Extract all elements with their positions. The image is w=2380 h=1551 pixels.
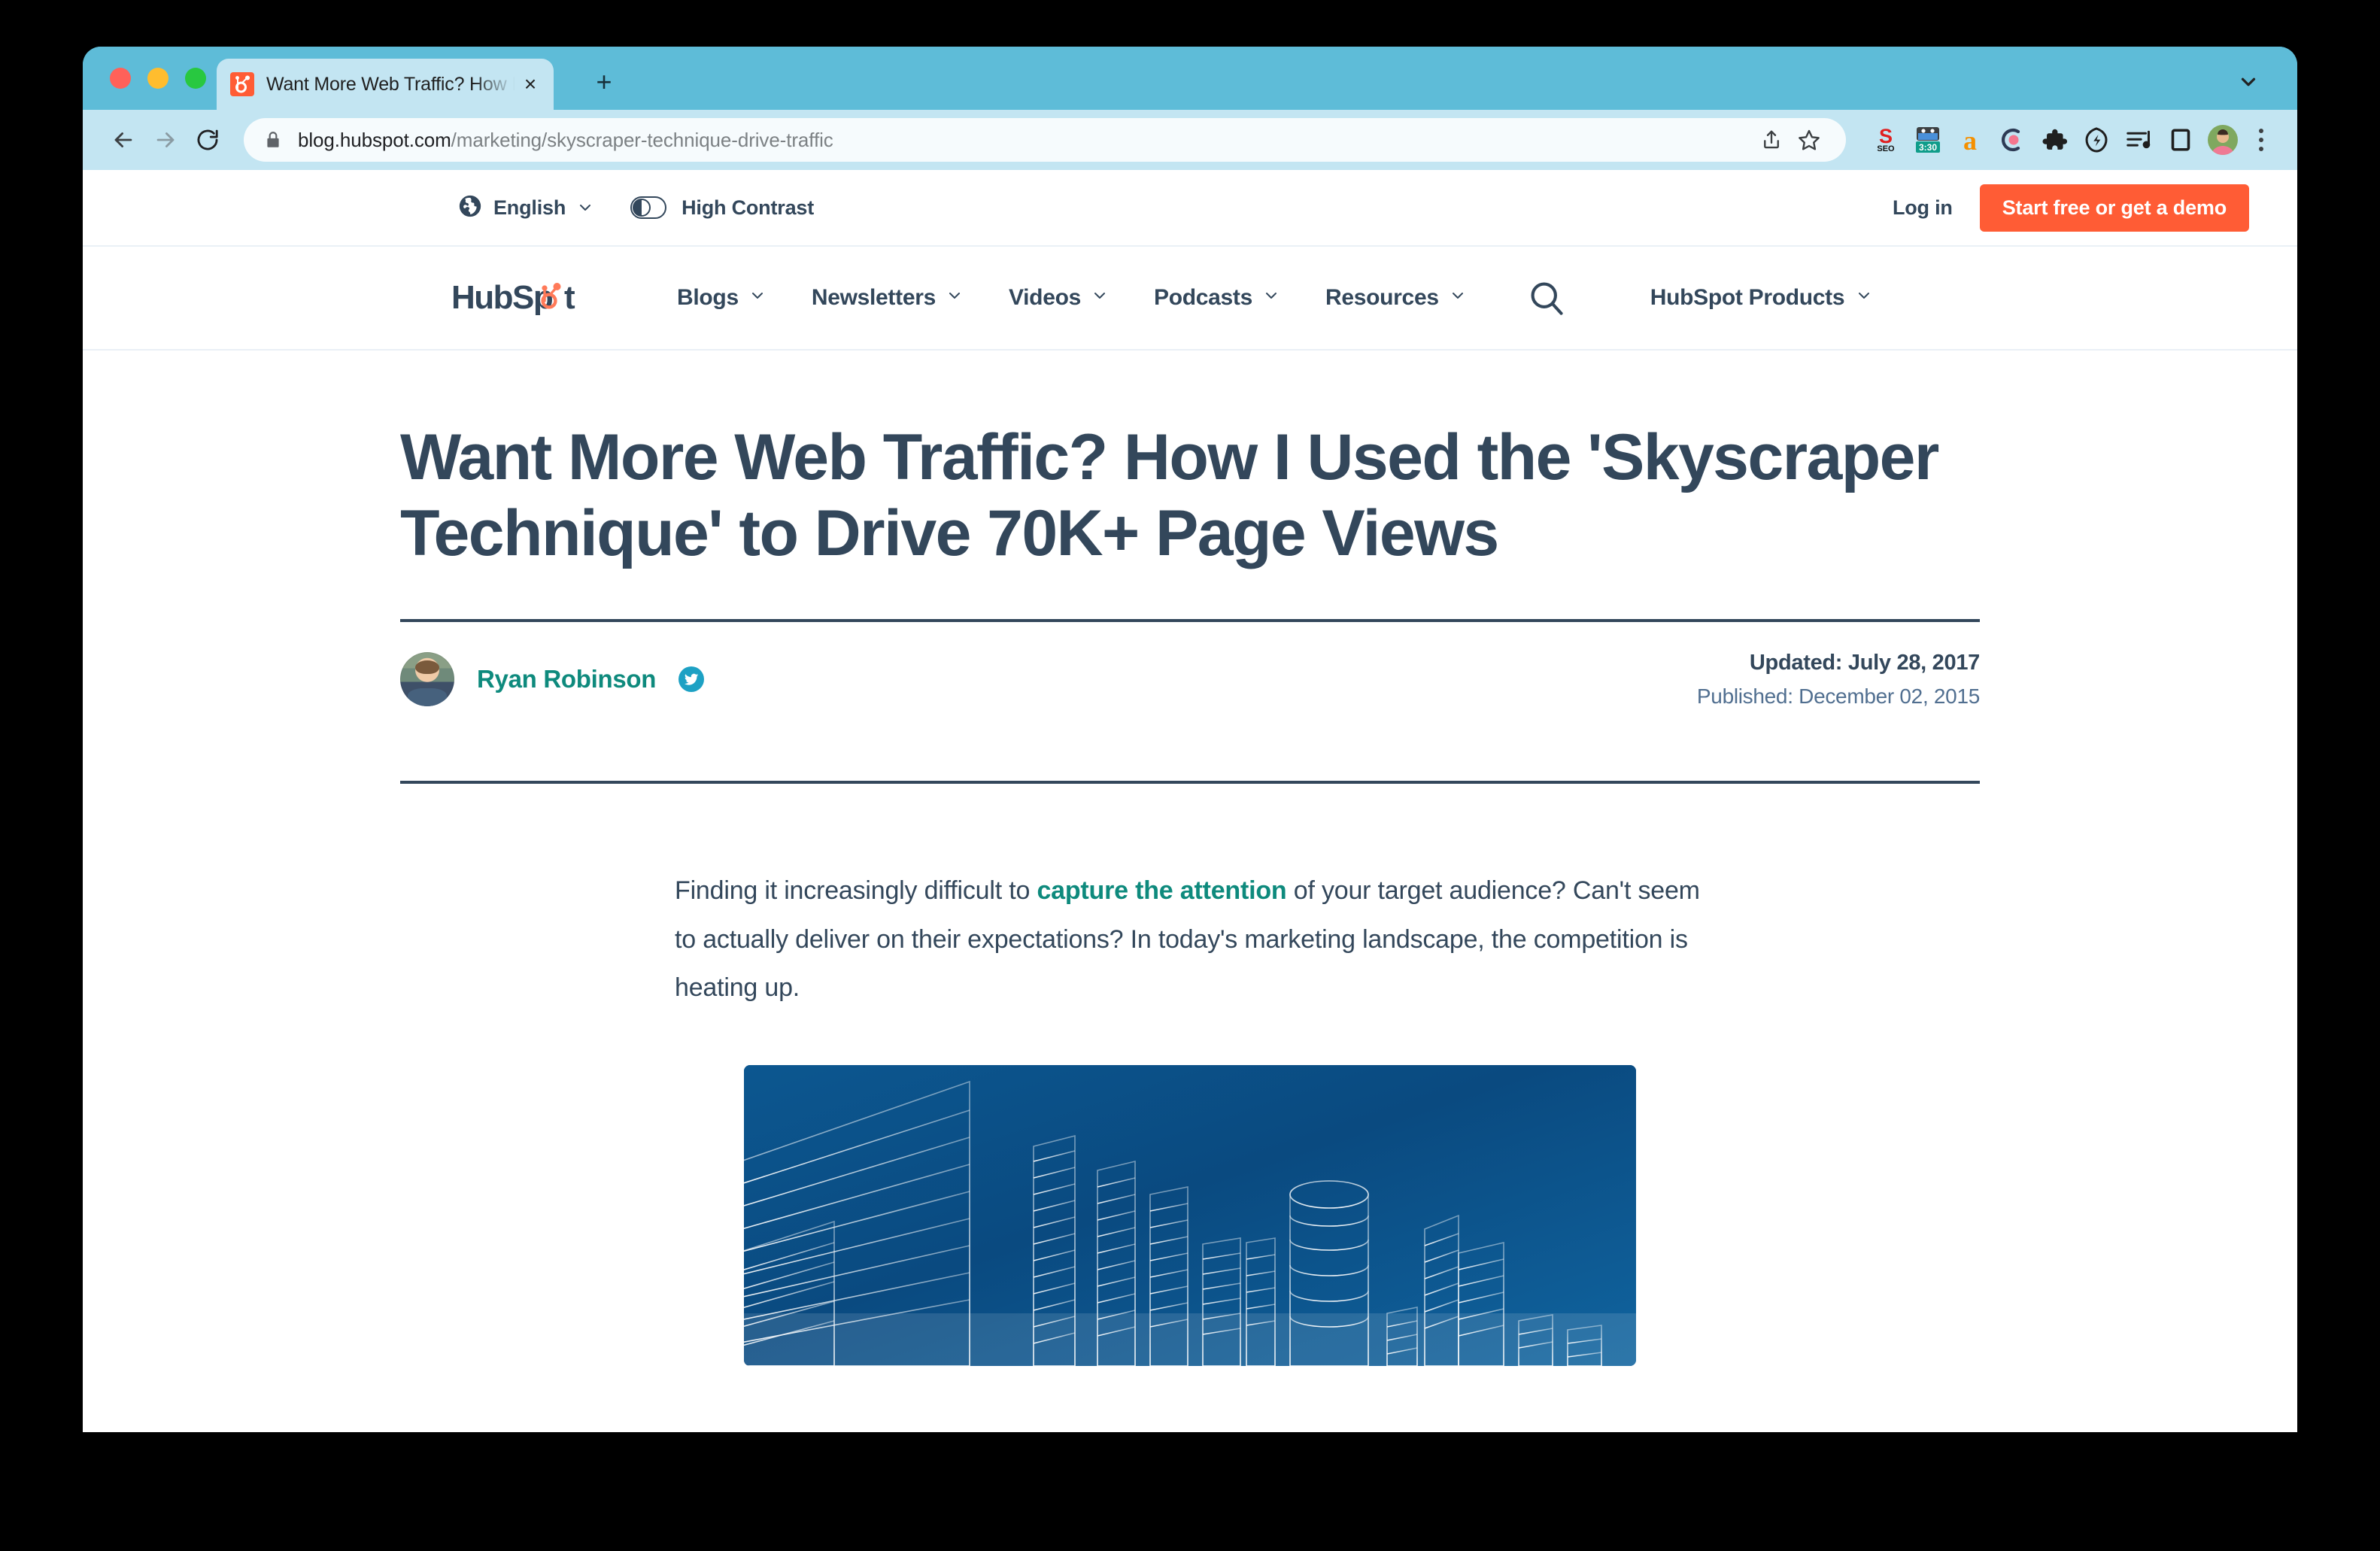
seo-extension-icon[interactable]: S SEO — [1868, 123, 1903, 157]
music-playlist-icon[interactable] — [2121, 123, 2156, 157]
nav-item-label: Newsletters — [811, 285, 936, 310]
leaf-bolt-extension-icon[interactable] — [2079, 123, 2114, 157]
high-contrast-control[interactable]: High Contrast — [630, 196, 814, 220]
extension-icons: S SEO 3:30 a — [1856, 123, 2240, 157]
new-tab-button[interactable]: + — [588, 66, 620, 98]
high-contrast-label: High Contrast — [682, 196, 815, 219]
nav-item-label: Resources — [1325, 285, 1439, 310]
url-domain: blog.hubspot.com — [298, 128, 451, 151]
nav-item-blogs[interactable]: Blogs — [654, 285, 789, 311]
paragraph-text-before: Finding it increasingly difficult to — [675, 876, 1037, 905]
profile-avatar[interactable] — [2205, 123, 2240, 157]
intro-paragraph: Finding it increasingly difficult to cap… — [675, 867, 1705, 1012]
tab-close-button[interactable]: × — [518, 71, 543, 97]
url-text: blog.hubspot.com/marketing/skyscraper-te… — [298, 129, 833, 152]
forward-arrow-icon[interactable] — [144, 119, 187, 161]
browser-window: Want More Web Traffic? How I × + blog.hu… — [83, 47, 2297, 1432]
search-icon[interactable] — [1518, 269, 1575, 326]
page-title: Want More Web Traffic? How I Used the 'S… — [400, 421, 1939, 570]
chevron-down-icon — [1262, 285, 1280, 311]
nav-item-label: Blogs — [677, 285, 739, 310]
tab-title: Want More Web Traffic? How I — [266, 73, 517, 95]
published-date: Published: December 02, 2015 — [1696, 684, 1980, 708]
back-arrow-icon[interactable] — [102, 119, 144, 161]
nav-links: Blogs Newsletters Videos Podcasts Resour… — [654, 285, 1489, 311]
article-inner: Want More Web Traffic? How I Used the 'S… — [400, 351, 1980, 1366]
wireframe-skyscrapers-illustration — [744, 1064, 1636, 1366]
chevron-down-icon — [748, 285, 767, 311]
address-bar[interactable]: blog.hubspot.com/marketing/skyscraper-te… — [244, 118, 1846, 162]
chevron-down-icon — [946, 285, 964, 311]
amazon-assistant-icon[interactable]: a — [1953, 123, 1987, 157]
three-dot-menu-icon[interactable] — [2245, 121, 2278, 159]
url-path: /marketing/skyscraper-technique-drive-tr… — [451, 128, 833, 151]
recorder-timer-label: 3:30 — [1919, 142, 1937, 153]
chevron-down-icon — [1091, 285, 1109, 311]
chevron-down-icon — [1449, 285, 1467, 311]
nav-products-label: HubSpot Products — [1650, 285, 1845, 310]
updated-date: Updated: July 28, 2017 — [1749, 650, 1980, 675]
browser-toolbar: blog.hubspot.com/marketing/skyscraper-te… — [83, 110, 2297, 170]
svg-text:HubSp: HubSp — [451, 279, 553, 316]
high-contrast-toggle[interactable] — [630, 196, 667, 219]
author-block[interactable]: Ryan Robinson — [400, 652, 705, 707]
window-traffic-lights — [110, 68, 206, 89]
utility-bar-right: Log in Start free or get a demo — [1893, 184, 2249, 232]
language-selector[interactable]: English — [457, 193, 594, 223]
start-free-cta-button[interactable]: Start free or get a demo — [1979, 184, 2249, 232]
language-label: English — [493, 196, 566, 219]
article-body: Finding it increasingly difficult to cap… — [675, 784, 1705, 1366]
svg-text:SEO: SEO — [1877, 144, 1895, 153]
svg-text:t: t — [564, 279, 575, 316]
author-name[interactable]: Ryan Robinson — [477, 665, 656, 694]
utility-bar-left: English High Contrast — [457, 193, 814, 223]
reload-icon[interactable] — [187, 119, 229, 161]
reading-pane-icon[interactable] — [2163, 123, 2198, 157]
chevron-down-icon — [1855, 285, 1873, 311]
minimize-window-button[interactable] — [147, 68, 168, 89]
utility-bar: English High Contrast Log in Start free … — [83, 170, 2297, 245]
lock-icon — [263, 130, 283, 150]
hubspot-sprocket-favicon — [230, 72, 254, 96]
svg-text:a: a — [1963, 126, 1977, 155]
omnibox-actions — [1754, 123, 1826, 157]
chevron-down-icon[interactable] — [2236, 69, 2261, 95]
nav-item-podcasts[interactable]: Podcasts — [1131, 285, 1303, 311]
login-link[interactable]: Log in — [1893, 196, 1953, 220]
author-avatar — [400, 652, 454, 707]
puzzle-extensions-icon[interactable] — [2037, 123, 2072, 157]
nav-item-newsletters[interactable]: Newsletters — [789, 285, 986, 311]
article: Want More Web Traffic? How I Used the 'S… — [83, 351, 2297, 1366]
chevron-down-icon — [576, 199, 594, 217]
star-icon[interactable] — [1792, 123, 1826, 157]
tab-strip: Want More Web Traffic? How I × + — [83, 47, 2297, 110]
nav-item-videos[interactable]: Videos — [986, 285, 1131, 311]
browser-tab[interactable]: Want More Web Traffic? How I × — [217, 59, 554, 110]
twitter-icon[interactable] — [678, 666, 705, 693]
nav-item-resources[interactable]: Resources — [1303, 285, 1489, 311]
share-icon[interactable] — [1754, 123, 1789, 157]
nav-item-hubspot-products[interactable]: HubSpot Products — [1610, 285, 1914, 311]
maximize-window-button[interactable] — [185, 68, 206, 89]
page-viewport: English High Contrast Log in Start free … — [83, 170, 2297, 1432]
nav-item-label: Podcasts — [1154, 285, 1252, 310]
main-navigation: HubSp t Blogs Newsletters Videos Podcast… — [83, 245, 2297, 351]
nav-inner: HubSp t Blogs Newsletters Videos Podcast… — [451, 247, 2297, 349]
screen-recorder-timer-icon[interactable]: 3:30 — [1911, 123, 1945, 157]
globe-icon — [457, 193, 483, 223]
article-dates: Updated: July 28, 2017 Published: Decemb… — [1697, 651, 1980, 709]
capture-attention-link[interactable]: capture the attention — [1037, 876, 1286, 905]
c-circle-extension-icon[interactable] — [1995, 123, 2029, 157]
close-window-button[interactable] — [110, 68, 131, 89]
byline-row: Ryan Robinson Updated: July 28, 2017 Pub… — [400, 622, 1980, 734]
hubspot-logo[interactable]: HubSp t — [451, 278, 585, 317]
nav-item-label: Videos — [1008, 285, 1081, 310]
